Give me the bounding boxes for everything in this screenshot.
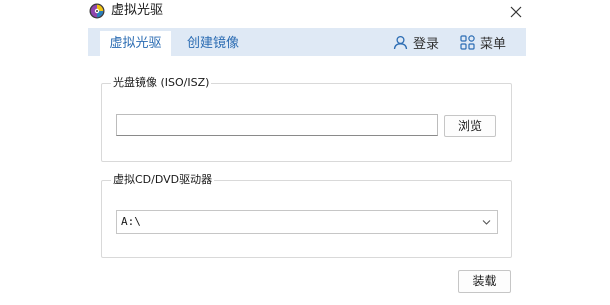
close-icon <box>510 6 522 18</box>
load-button[interactable]: 装载 <box>458 270 511 293</box>
chevron-down-icon <box>482 220 491 225</box>
virtual-drive-group: 虚拟CD/DVD驱动器 A:\ <box>101 172 512 258</box>
iso-image-group: 光盘镜像 (ISO/ISZ) 浏览 <box>101 75 512 162</box>
grid-menu-icon <box>460 34 475 50</box>
tab-create-image[interactable]: 创建镜像 <box>185 31 241 56</box>
menu-button[interactable]: 菜单 <box>460 33 507 52</box>
app-window: 虚拟光驱 虚拟光驱 创建镜像 登录 菜单 光盘镜像 (ISO/ISZ) 浏览 虚… <box>0 0 610 305</box>
iso-path-input[interactable] <box>116 114 438 136</box>
drive-select[interactable]: A:\ <box>116 210 498 234</box>
close-button[interactable] <box>505 2 527 22</box>
title-bar: 虚拟光驱 <box>0 0 610 26</box>
disc-icon <box>89 3 105 19</box>
window-title: 虚拟光驱 <box>111 3 164 18</box>
login-label: 登录 <box>413 36 440 52</box>
drive-group-legend: 虚拟CD/DVD驱动器 <box>111 172 215 188</box>
menu-label: 菜单 <box>480 36 507 52</box>
login-button[interactable]: 登录 <box>393 33 440 52</box>
user-icon <box>393 35 408 49</box>
tab-bar: 虚拟光驱 创建镜像 登录 菜单 <box>88 28 526 56</box>
browse-button[interactable]: 浏览 <box>444 115 496 137</box>
drive-selected-value: A:\ <box>121 215 141 228</box>
iso-group-legend: 光盘镜像 (ISO/ISZ) <box>111 75 212 91</box>
tab-virtual-drive[interactable]: 虚拟光驱 <box>100 31 171 56</box>
